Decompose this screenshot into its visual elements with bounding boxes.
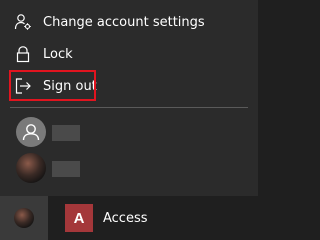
user-name-redacted xyxy=(52,161,80,177)
change-account-settings-item[interactable]: Change account settings xyxy=(0,6,258,38)
current-user-button[interactable] xyxy=(0,196,48,240)
access-icon-letter: A xyxy=(73,209,85,227)
change-account-settings-label: Change account settings xyxy=(43,14,205,30)
other-user-item-1[interactable] xyxy=(0,114,258,150)
generic-user-avatar xyxy=(16,117,46,147)
menu-divider xyxy=(10,107,248,108)
user-name-redacted xyxy=(52,125,80,141)
access-app-item[interactable]: A Access xyxy=(57,196,258,240)
photo-user-avatar xyxy=(16,153,46,183)
other-user-item-2[interactable] xyxy=(0,150,258,186)
current-user-avatar xyxy=(14,208,34,228)
account-settings-icon xyxy=(14,13,32,31)
account-menu: Change account settings Lock Sign out xyxy=(0,0,258,196)
taskbar: A Access xyxy=(0,196,258,240)
access-app-label: Access xyxy=(103,210,148,226)
sign-out-highlight-box xyxy=(9,70,96,101)
lock-item[interactable]: Lock xyxy=(0,38,258,70)
access-app-icon: A xyxy=(65,204,93,232)
lock-label: Lock xyxy=(43,46,73,62)
lock-icon xyxy=(14,45,32,63)
